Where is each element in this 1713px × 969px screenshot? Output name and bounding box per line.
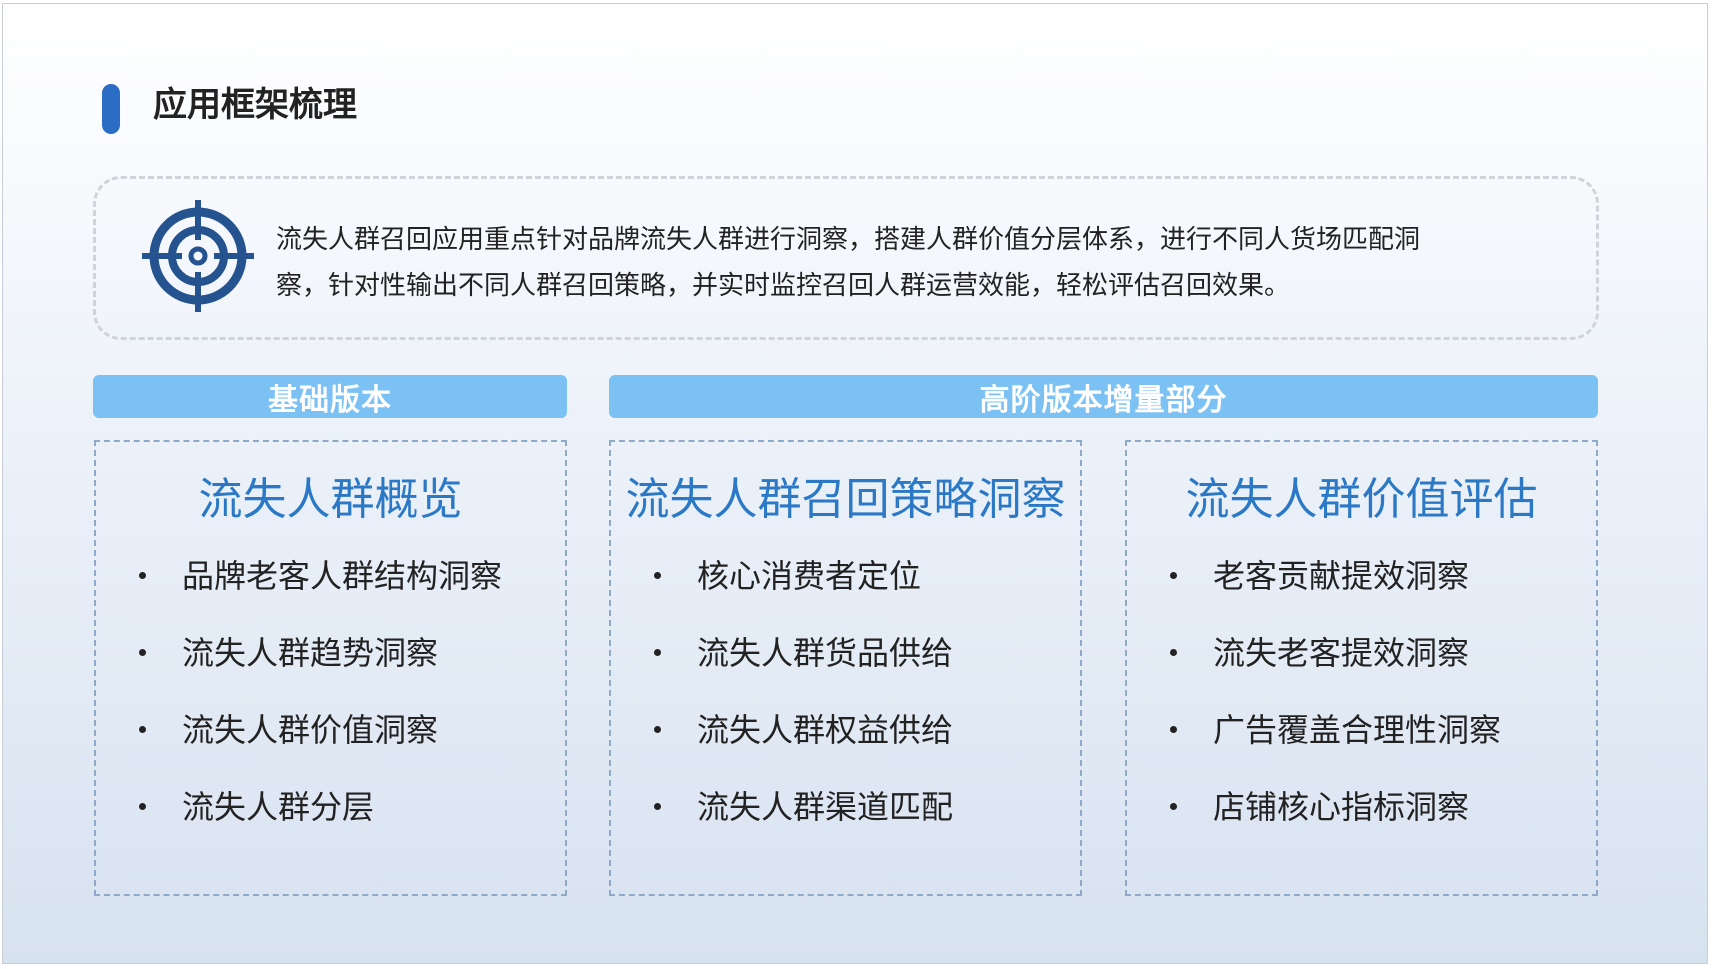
list-item: 流失人群趋势洞察 — [136, 629, 502, 706]
bullet-icon — [1170, 726, 1177, 733]
list-item-label: 老客贡献提效洞察 — [1213, 557, 1470, 595]
bullet-icon — [139, 649, 146, 656]
column-title: 流失人群概览 — [198, 474, 463, 525]
bullet-icon — [654, 649, 661, 656]
target-icon — [142, 200, 254, 312]
bullet-icon — [654, 803, 661, 810]
list-item: 店铺核心指标洞察 — [1167, 783, 1501, 860]
bullet-icon — [654, 572, 661, 579]
column-recall-strategy: 流失人群召回策略洞察 核心消费者定位 流失人群货品供给 流失人群权益供给 流失人… — [609, 440, 1082, 896]
list-item: 流失人群渠道匹配 — [651, 783, 953, 860]
list-item: 老客贡献提效洞察 — [1167, 552, 1501, 629]
bullet-icon — [139, 803, 146, 810]
list-item-label: 流失人群权益供给 — [697, 711, 954, 749]
list-item: 流失老客提效洞察 — [1167, 629, 1501, 706]
column-list: 核心消费者定位 流失人群货品供给 流失人群权益供给 流失人群渠道匹配 — [651, 552, 953, 860]
bullet-icon — [1170, 803, 1177, 810]
list-item: 流失人群价值洞察 — [136, 706, 502, 783]
bullet-icon — [139, 726, 146, 733]
list-item: 流失人群权益供给 — [651, 706, 953, 783]
bullet-icon — [1170, 649, 1177, 656]
list-item-label: 核心消费者定位 — [697, 557, 922, 595]
column-churn-overview: 流失人群概览 品牌老客人群结构洞察 流失人群趋势洞察 流失人群价值洞察 流失人群… — [94, 440, 567, 896]
band-advanced-version: 高阶版本增量部分 — [609, 375, 1598, 418]
list-item: 流失人群分层 — [136, 783, 502, 860]
list-item-label: 流失人群分层 — [182, 788, 375, 826]
column-list: 老客贡献提效洞察 流失老客提效洞察 广告覆盖合理性洞察 店铺核心指标洞察 — [1167, 552, 1501, 860]
list-item: 核心消费者定位 — [651, 552, 953, 629]
list-item: 广告覆盖合理性洞察 — [1167, 706, 1501, 783]
page-title: 应用框架梳理 — [153, 85, 357, 125]
column-title: 流失人群召回策略洞察 — [625, 474, 1066, 525]
list-item-label: 品牌老客人群结构洞察 — [182, 557, 503, 595]
list-item-label: 流失老客提效洞察 — [1213, 634, 1470, 672]
title-accent-bar — [102, 84, 120, 134]
intro-line-2: 察，针对性输出不同人群召回策略，并实时监控召回人群运营效能，轻松评估召回效果。 — [276, 271, 1291, 301]
bullet-icon — [139, 572, 146, 579]
list-item-label: 流失人群价值洞察 — [182, 711, 439, 749]
bullet-icon — [1170, 572, 1177, 579]
slide: 应用框架梳理 流失人群召回应用重点针对品牌流失人群进行洞察，搭建人群价值分层体系… — [2, 3, 1708, 964]
list-item: 流失人群货品供给 — [651, 629, 953, 706]
intro-line-1: 流失人群召回应用重点针对品牌流失人群进行洞察，搭建人群价值分层体系，进行不同人货… — [276, 225, 1421, 255]
intro-text: 流失人群召回应用重点针对品牌流失人群进行洞察，搭建人群价值分层体系，进行不同人货… — [276, 217, 1576, 309]
list-item-label: 广告覆盖合理性洞察 — [1213, 711, 1502, 749]
band-basic-version: 基础版本 — [93, 375, 567, 418]
bullet-icon — [654, 726, 661, 733]
intro-box: 流失人群召回应用重点针对品牌流失人群进行洞察，搭建人群价值分层体系，进行不同人货… — [93, 176, 1599, 340]
column-list: 品牌老客人群结构洞察 流失人群趋势洞察 流失人群价值洞察 流失人群分层 — [136, 552, 502, 860]
column-title: 流失人群价值评估 — [1185, 474, 1538, 525]
list-item-label: 店铺核心指标洞察 — [1213, 788, 1470, 826]
list-item-label: 流失人群货品供给 — [697, 634, 954, 672]
column-value-assessment: 流失人群价值评估 老客贡献提效洞察 流失老客提效洞察 广告覆盖合理性洞察 店铺核… — [1125, 440, 1598, 896]
list-item-label: 流失人群趋势洞察 — [182, 634, 439, 672]
list-item-label: 流失人群渠道匹配 — [697, 788, 954, 826]
list-item: 品牌老客人群结构洞察 — [136, 552, 502, 629]
